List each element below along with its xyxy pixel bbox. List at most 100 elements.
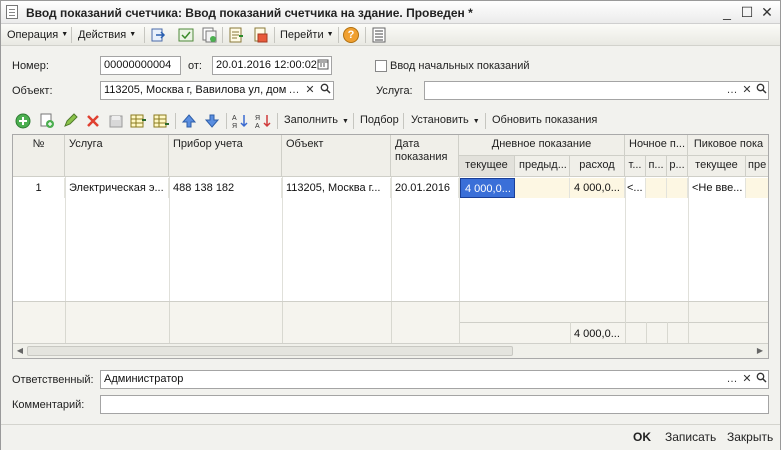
close-button[interactable]: Закрыть: [727, 430, 773, 444]
row-device-cell[interactable]: 488 138 182: [169, 178, 282, 198]
row-object-cell[interactable]: 113205, Москва г...: [282, 178, 391, 198]
actions-menu-label: Действия: [78, 29, 127, 41]
close-window-button[interactable]: ✕: [758, 4, 776, 20]
scroll-left-icon[interactable]: ◀: [14, 345, 26, 357]
goto-menu[interactable]: Перейти ▼: [280, 27, 334, 43]
column-header-day-current[interactable]: текущее: [459, 156, 515, 177]
service-search-icon[interactable]: [754, 83, 768, 98]
column-header-peak-prev[interactable]: пре: [746, 156, 768, 177]
document-window: Ввод показаний счетчика: Ввод показаний …: [0, 0, 781, 450]
print-document-icon[interactable]: [252, 27, 268, 43]
set-menu[interactable]: Установить ▼: [411, 114, 480, 126]
scroll-right-icon[interactable]: ▶: [754, 345, 766, 357]
row-day-prev-cell[interactable]: [515, 178, 570, 198]
sort-ascending-icon[interactable]: AЯ: [232, 113, 248, 130]
column-header-service[interactable]: Услуга: [65, 135, 169, 177]
column-header-device[interactable]: Прибор учета: [169, 135, 282, 177]
column-header-peak-current[interactable]: текущее: [688, 156, 746, 177]
bottom-button-bar: OK Записать Закрыть: [1, 424, 780, 450]
responsible-select-button[interactable]: …: [725, 372, 739, 387]
responsible-field[interactable]: Администратор: [100, 370, 769, 389]
row-service-cell[interactable]: Электрическая э...: [65, 178, 169, 198]
operation-menu-label: Операция: [7, 29, 59, 41]
actions-menu[interactable]: Действия ▼: [78, 27, 136, 43]
table-toolbar-divider: [403, 113, 404, 129]
row-day-usage-cell[interactable]: 4 000,0...: [570, 178, 625, 198]
post-icon[interactable]: [178, 27, 194, 43]
move-up-icon[interactable]: [181, 113, 197, 129]
add-row-icon[interactable]: [15, 113, 31, 129]
horizontal-scrollbar[interactable]: ◀ ▶: [13, 343, 768, 358]
end-edit-icon[interactable]: [108, 113, 124, 129]
chevron-down-icon: ▼: [472, 118, 480, 125]
column-header-night-usage[interactable]: р...: [667, 156, 688, 177]
refresh-readings-button[interactable]: Обновить показания: [492, 114, 597, 126]
responsible-clear-icon[interactable]: ✕: [740, 372, 754, 387]
number-field[interactable]: 00000000004: [100, 56, 181, 75]
column-header-peak[interactable]: Пиковое пока: [688, 135, 768, 156]
readings-table[interactable]: № Услуга Прибор учета Объект Дата показа…: [12, 134, 769, 359]
row-night-current-cell[interactable]: <...: [625, 178, 646, 198]
responsible-label: Ответственный:: [12, 374, 94, 386]
toolbar-divider: [144, 27, 145, 43]
column-header-day-usage[interactable]: расход: [570, 156, 625, 177]
column-header-num[interactable]: №: [13, 135, 65, 177]
copy-document-icon[interactable]: [201, 27, 217, 43]
post-and-close-icon[interactable]: [150, 27, 166, 43]
delete-row-icon[interactable]: [85, 113, 101, 129]
operation-menu[interactable]: Операция ▼: [7, 27, 68, 43]
service-select-button[interactable]: …: [725, 83, 739, 98]
column-header-night-current[interactable]: т...: [625, 156, 646, 177]
column-header-day-prev[interactable]: предыд...: [515, 156, 570, 177]
list-structure-icon[interactable]: [371, 27, 387, 43]
object-open-search-icon[interactable]: [318, 83, 332, 98]
date-field[interactable]: 20.01.2016 12:00:02: [212, 56, 332, 75]
chevron-down-icon: ▼: [342, 118, 349, 125]
svg-text:Я: Я: [255, 115, 260, 122]
table-structure-icon[interactable]: [153, 113, 169, 129]
minimize-button[interactable]: _: [718, 4, 736, 20]
move-down-icon[interactable]: [204, 113, 220, 129]
column-header-object[interactable]: Объект: [282, 135, 391, 177]
row-night-prev-cell[interactable]: [646, 178, 667, 198]
calendar-icon[interactable]: [316, 58, 330, 73]
responsible-search-icon[interactable]: [754, 372, 768, 387]
column-header-night-prev[interactable]: п...: [646, 156, 667, 177]
column-divider: [688, 302, 689, 344]
object-select-button[interactable]: …: [287, 83, 301, 98]
insert-rows-icon[interactable]: [130, 113, 146, 129]
row-num-cell[interactable]: 1: [13, 178, 65, 198]
document-icon: [6, 5, 18, 19]
maximize-button[interactable]: ☐: [738, 4, 756, 20]
help-icon[interactable]: ?: [343, 27, 359, 43]
pick-button[interactable]: Подбор: [360, 114, 399, 126]
save-button[interactable]: Записать: [665, 430, 716, 444]
copy-row-icon[interactable]: [39, 113, 55, 129]
row-peak-current-cell[interactable]: <Не вве...: [688, 178, 746, 198]
comment-field[interactable]: [100, 395, 769, 414]
row-peak-prev-cell[interactable]: [746, 178, 768, 198]
column-divider: [65, 302, 66, 344]
table-toolbar-divider: [226, 113, 227, 129]
create-based-on-icon[interactable]: [228, 27, 244, 43]
table-toolbar-divider: [175, 113, 176, 129]
fill-menu[interactable]: Заполнить ▼: [284, 114, 349, 126]
column-header-day[interactable]: Дневное показание: [459, 135, 625, 156]
ok-button[interactable]: OK: [633, 430, 651, 444]
sort-descending-icon[interactable]: ЯA: [255, 113, 271, 130]
table-toolbar-divider: [353, 113, 354, 129]
column-header-date[interactable]: Дата показания: [391, 135, 459, 177]
row-day-current-cell[interactable]: 4 000,0...: [460, 178, 515, 198]
service-clear-icon[interactable]: ✕: [740, 83, 754, 98]
row-date-cell[interactable]: 20.01.2016: [391, 178, 459, 198]
object-clear-icon[interactable]: ✕: [303, 83, 317, 98]
initial-readings-checkbox[interactable]: [375, 60, 387, 72]
column-divider: [169, 302, 170, 344]
scrollbar-thumb[interactable]: [27, 346, 513, 356]
row-night-usage-cell[interactable]: [667, 178, 688, 198]
service-field[interactable]: [424, 81, 769, 100]
edit-row-icon[interactable]: [62, 113, 78, 129]
object-field-value: 113205, Москва г, Вавилова ул, дом: [104, 84, 287, 96]
service-label: Услуга:: [376, 85, 413, 97]
column-header-night[interactable]: Ночное п...: [625, 135, 688, 156]
